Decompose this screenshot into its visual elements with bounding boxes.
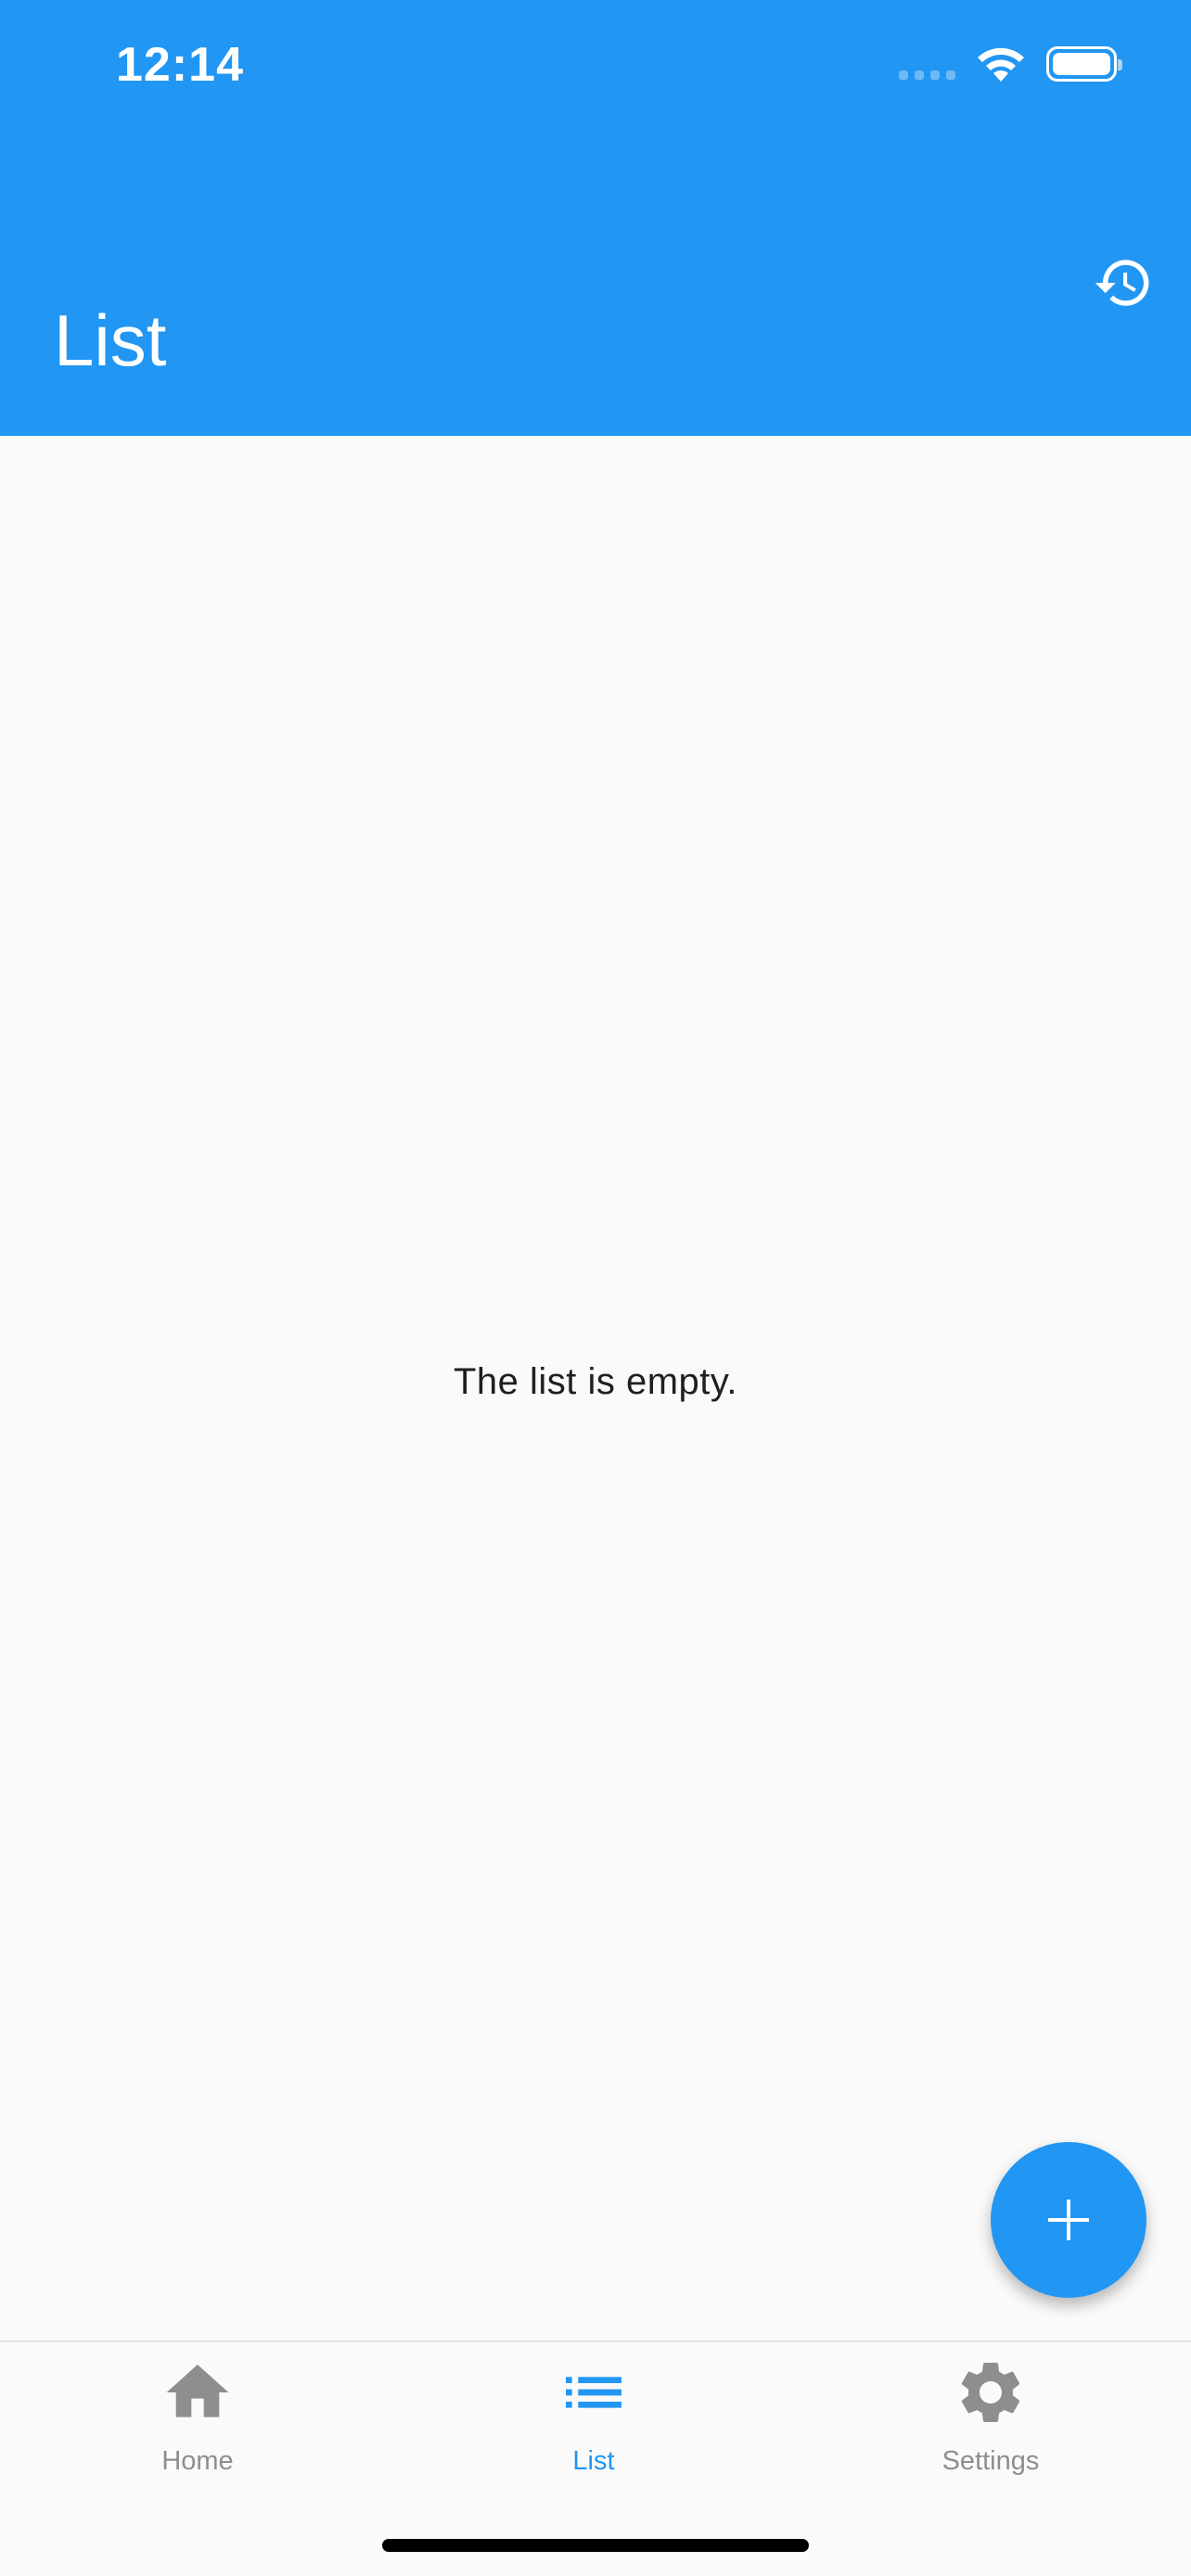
settings-icon: [961, 2363, 1020, 2422]
history-icon: [1095, 260, 1149, 306]
list-icon: [566, 2377, 621, 2408]
history-button[interactable]: [1093, 252, 1154, 313]
status-icons: [899, 45, 1122, 83]
page-title: List: [54, 300, 167, 381]
nav-label-settings: Settings: [941, 2446, 1040, 2476]
battery-icon: [1046, 46, 1122, 82]
add-item-button[interactable]: [991, 2142, 1146, 2298]
wifi-icon: [978, 47, 1024, 82]
home-icon: [166, 2365, 229, 2417]
home-indicator: [382, 2539, 809, 2552]
app-screen: 12:14 List The list is empty. Home List …: [0, 0, 1191, 2576]
nav-label-list: List: [572, 2446, 615, 2476]
nav-item-settings[interactable]: Settings: [879, 2355, 1102, 2494]
status-time: 12:14: [116, 38, 244, 92]
nav-item-home[interactable]: Home: [86, 2355, 309, 2494]
add-icon: [1048, 2200, 1089, 2240]
empty-list-message: The list is empty.: [453, 1361, 738, 1402]
nav-item-list[interactable]: List: [482, 2355, 705, 2494]
app-bar: 12:14 List: [0, 0, 1191, 436]
nav-label-home: Home: [161, 2446, 234, 2476]
cellular-signal-icon: [899, 70, 955, 80]
